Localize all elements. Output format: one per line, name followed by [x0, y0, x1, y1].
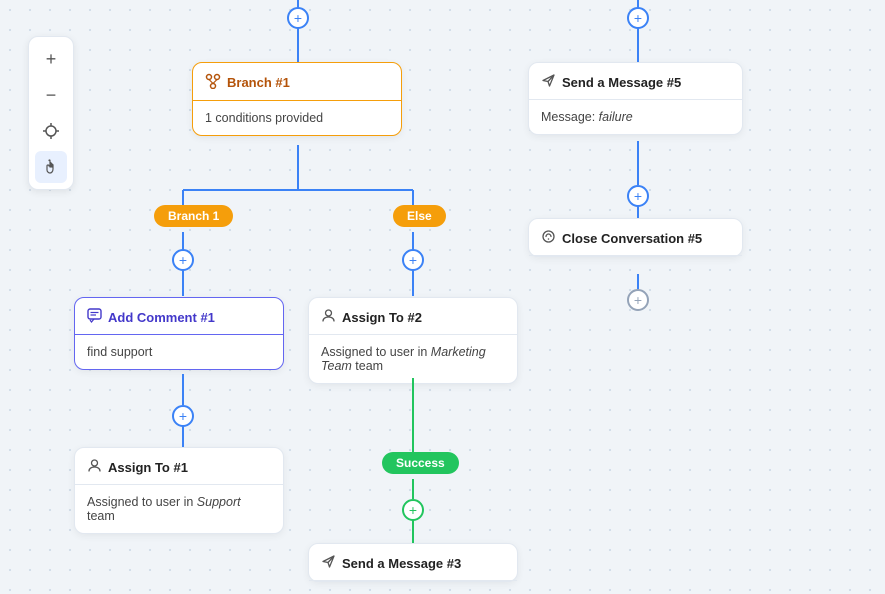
close-conversation-5-header: Close Conversation #5 — [529, 219, 742, 256]
close-icon — [541, 229, 556, 247]
assign-to-1-header: Assign To #1 — [75, 448, 283, 485]
add-comment-1-node: Add Comment #1 find support — [74, 297, 284, 370]
send-icon-3 — [321, 554, 336, 572]
assign-to-2-node: Assign To #2 Assigned to user in Marketi… — [308, 297, 518, 384]
send-message-5-header: Send a Message #5 — [529, 63, 742, 100]
success-label: Success — [382, 452, 459, 474]
assign-icon-1 — [87, 458, 102, 476]
assign-to-1-title: Assign To #1 — [108, 460, 188, 475]
branch-1-node: Branch #1 1 conditions provided — [192, 62, 402, 136]
add-button-after-comment[interactable]: + — [172, 405, 194, 427]
assign-to-2-suffix: team — [352, 359, 383, 373]
toolbar: + − — [28, 36, 74, 190]
send-icon-5 — [541, 73, 556, 91]
add-button-top-right[interactable]: + — [627, 7, 649, 29]
send-message-3-header: Send a Message #3 — [309, 544, 517, 581]
send-message-5-node: Send a Message #5 Message: failure — [528, 62, 743, 135]
add-button-top-center[interactable]: + — [287, 7, 309, 29]
assign-to-2-prefix: Assigned to user in — [321, 345, 431, 359]
branch-1-body: 1 conditions provided — [193, 101, 401, 135]
add-comment-1-header: Add Comment #1 — [75, 298, 283, 335]
send-message-5-prefix: Message: — [541, 110, 599, 124]
else-label: Else — [393, 205, 446, 227]
send-message-5-body: Message: failure — [529, 100, 742, 134]
add-comment-1-title: Add Comment #1 — [108, 310, 215, 325]
assign-to-1-body: Assigned to user in Support team — [75, 485, 283, 533]
branch-icon — [205, 73, 221, 92]
assign-to-2-body: Assigned to user in Marketing Team team — [309, 335, 517, 383]
assign-to-2-title: Assign To #2 — [342, 310, 422, 325]
add-button-success[interactable]: + — [402, 499, 424, 521]
add-button-else[interactable]: + — [402, 249, 424, 271]
close-conversation-5-title: Close Conversation #5 — [562, 231, 702, 246]
add-button-after-close[interactable]: + — [627, 289, 649, 311]
close-conversation-5-node: Close Conversation #5 — [528, 218, 743, 257]
assign-to-1-prefix: Assigned to user in — [87, 495, 197, 509]
add-button-between-send-close[interactable]: + — [627, 185, 649, 207]
branch1-label: Branch 1 — [154, 205, 233, 227]
send-message-5-italic: failure — [599, 110, 633, 124]
send-message-3-title: Send a Message #3 — [342, 556, 461, 571]
add-button-branch1[interactable]: + — [172, 249, 194, 271]
assign-to-2-header: Assign To #2 — [309, 298, 517, 335]
comment-icon — [87, 308, 102, 326]
hand-button[interactable] — [35, 151, 67, 183]
branch-1-header: Branch #1 — [193, 63, 401, 101]
assign-to-1-suffix: team — [87, 509, 115, 523]
send-message-3-node: Send a Message #3 — [308, 543, 518, 582]
zoom-out-button[interactable]: − — [35, 79, 67, 111]
assign-to-1-italic: Support — [197, 495, 241, 509]
crosshair-button[interactable] — [35, 115, 67, 147]
send-message-5-title: Send a Message #5 — [562, 75, 681, 90]
assign-to-1-node: Assign To #1 Assigned to user in Support… — [74, 447, 284, 534]
zoom-in-button[interactable]: + — [35, 43, 67, 75]
add-comment-1-body: find support — [75, 335, 283, 369]
branch-1-title: Branch #1 — [227, 75, 290, 90]
assign-icon-2 — [321, 308, 336, 326]
